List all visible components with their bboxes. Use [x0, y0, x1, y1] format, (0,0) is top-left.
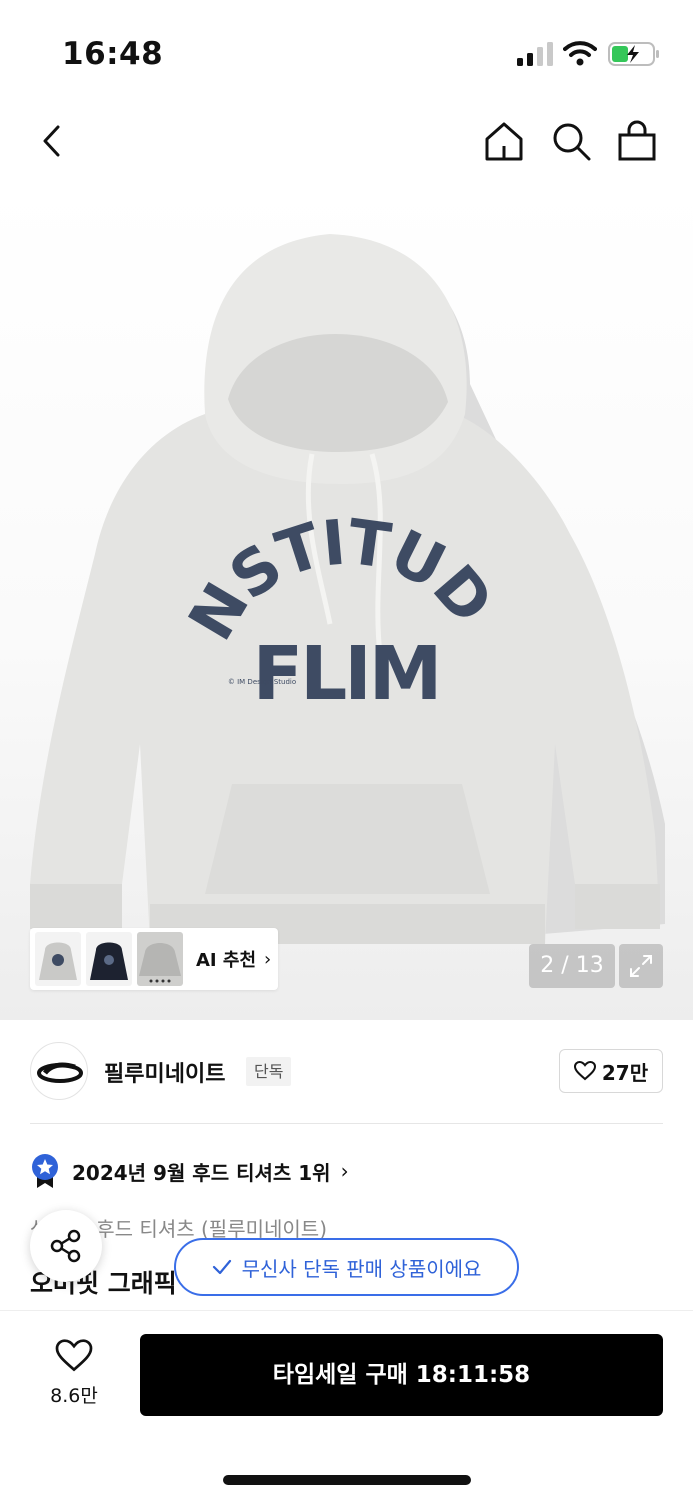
shopping-bag-icon[interactable]	[616, 120, 658, 162]
ai-recommendation-strip[interactable]: AI 추천 ›	[30, 928, 278, 990]
brand-row: 필루미네이트 단독 27만	[0, 1020, 693, 1124]
status-bar: 16:48	[0, 0, 693, 100]
print-small-text: © IM Design Studio	[228, 678, 296, 686]
bottom-action-bar: 8.6만 타임세일 구매 18:11:58	[0, 1310, 693, 1500]
check-icon	[212, 1259, 231, 1275]
thumbnail-black-hoodie[interactable]	[86, 932, 132, 986]
thumbnail-gray-hoodie[interactable]	[35, 932, 81, 986]
brand-like-button[interactable]: 27만	[559, 1049, 663, 1093]
top-navigation	[0, 100, 693, 184]
brand-name[interactable]: 필루미네이트	[104, 1056, 225, 1088]
share-icon	[50, 1229, 81, 1263]
print-text-bottom: FLIM	[253, 631, 440, 717]
timesale-buy-button[interactable]: 타임세일 구매 18:11:58	[140, 1334, 663, 1416]
ranking-badge-icon	[32, 1154, 58, 1188]
home-indicator	[223, 1475, 471, 1485]
divider	[30, 1123, 663, 1124]
battery-charging-icon	[608, 42, 659, 66]
wishlist-count: 8.6만	[50, 1385, 98, 1407]
image-counter: 2 / 13	[529, 944, 615, 988]
status-time: 16:48	[62, 36, 164, 72]
expand-icon[interactable]	[619, 944, 663, 988]
toast-text: 무신사 단독 판매 상품이에요	[241, 1256, 482, 1281]
product-image-hoodie: INSTITUDE FLIM © IM Design Studio	[0, 184, 665, 944]
exclusive-badge: 단독	[246, 1057, 292, 1086]
ai-recommend-label: AI 추천	[196, 950, 257, 971]
exclusive-toast: 무신사 단독 판매 상품이에요	[174, 1238, 519, 1296]
ranking-link[interactable]: 2024년 9월 후드 티셔츠 1위 ›	[30, 1152, 349, 1190]
cellular-signal-icon	[517, 42, 553, 66]
brand-logo[interactable]	[30, 1042, 88, 1100]
search-icon[interactable]	[550, 120, 592, 162]
product-image-carousel[interactable]: INSTITUDE FLIM © IM Design Studio AI 추천 …	[0, 184, 693, 1020]
thumbnail-gray-hoodie-alt[interactable]	[137, 932, 183, 986]
share-button[interactable]	[30, 1210, 102, 1282]
heart-icon	[55, 1339, 93, 1372]
chevron-right-icon: ›	[340, 1159, 349, 1183]
home-icon[interactable]	[483, 120, 525, 162]
ranking-text: 2024년 9월 후드 티셔츠 1위	[72, 1160, 331, 1185]
chevron-left-icon[interactable]	[32, 120, 74, 162]
brand-like-count: 27만	[601, 1060, 649, 1085]
heart-icon	[573, 1061, 596, 1081]
wifi-icon	[563, 41, 597, 66]
wishlist-button[interactable]: 8.6만	[38, 1339, 110, 1409]
chevron-right-icon: ›	[264, 948, 272, 970]
